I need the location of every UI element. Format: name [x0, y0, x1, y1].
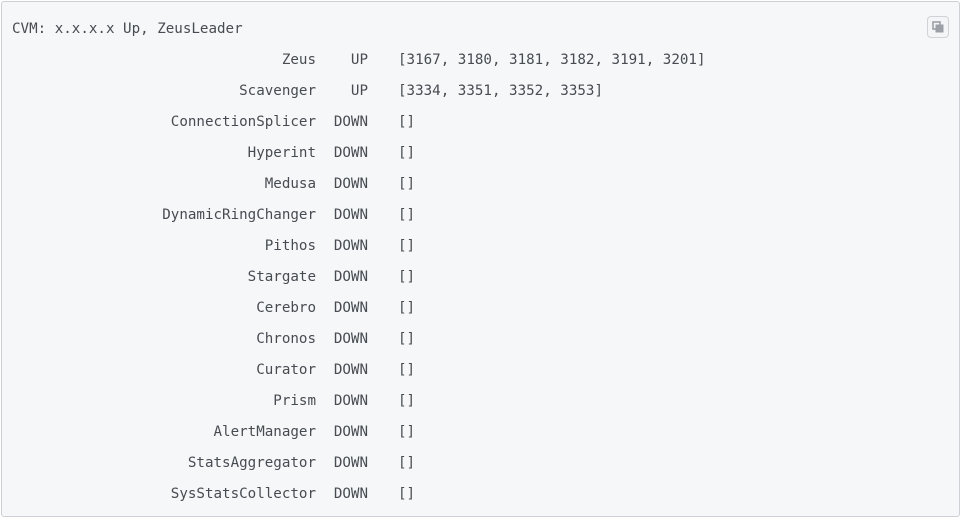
service-row: Zeus UP [3167, 3180, 3181, 3182, 3191, 320… — [2, 51, 959, 82]
service-pids: [] — [398, 393, 416, 409]
service-pids: [] — [398, 331, 416, 347]
service-name: Curator — [256, 362, 316, 378]
service-list: Zeus UP [3167, 3180, 3181, 3182, 3191, 320… — [2, 51, 959, 516]
service-pids: [] — [398, 486, 416, 502]
service-name: Cerebro — [256, 300, 316, 316]
service-name: Prism — [273, 393, 316, 409]
service-name: Zeus — [281, 52, 316, 68]
service-row: Hyperint DOWN [] — [2, 144, 959, 175]
cvm-status-line: CVM: x.x.x.x Up, ZeusLeader — [12, 21, 243, 37]
service-pids: [] — [398, 269, 416, 285]
service-status: UP — [350, 83, 368, 99]
service-status: DOWN — [333, 176, 368, 192]
service-status: DOWN — [333, 424, 368, 440]
service-status: DOWN — [333, 393, 368, 409]
service-name: AlertManager — [213, 424, 317, 440]
service-status: DOWN — [333, 331, 368, 347]
service-row: AlertManager DOWN [] — [2, 423, 959, 454]
copy-icon — [932, 21, 944, 33]
service-row: Prism DOWN [] — [2, 392, 959, 423]
service-row: Chronos DOWN [] — [2, 330, 959, 361]
service-name: Stargate — [247, 269, 316, 285]
service-name: Chronos — [256, 331, 316, 347]
service-pids: [3334, 3351, 3352, 3353] — [398, 83, 603, 99]
service-status: DOWN — [333, 486, 368, 502]
service-status: UP — [350, 52, 368, 68]
service-status: DOWN — [333, 362, 368, 378]
service-pids: [] — [398, 145, 416, 161]
service-status: DOWN — [333, 455, 368, 471]
service-name: Hyperint — [247, 145, 316, 161]
service-name: Pithos — [264, 238, 316, 254]
service-pids: [] — [398, 176, 416, 192]
service-status: DOWN — [333, 300, 368, 316]
service-row: Cerebro DOWN [] — [2, 299, 959, 330]
service-status: DOWN — [333, 207, 368, 223]
service-pids: [] — [398, 424, 416, 440]
service-row: StatsAggregator DOWN [] — [2, 454, 959, 485]
service-pids: [3167, 3180, 3181, 3182, 3191, 3201] — [398, 52, 706, 68]
service-pids: [] — [398, 455, 416, 471]
service-name: DynamicRingChanger — [162, 207, 316, 223]
service-row: Pithos DOWN [] — [2, 237, 959, 268]
service-name: StatsAggregator — [187, 455, 316, 471]
service-name: Scavenger — [239, 83, 316, 99]
service-row: SysStatsCollector DOWN [] — [2, 485, 959, 516]
service-pids: [] — [398, 238, 416, 254]
service-status: DOWN — [333, 114, 368, 130]
service-status: DOWN — [333, 269, 368, 285]
copy-button[interactable] — [927, 16, 949, 38]
service-pids: [] — [398, 207, 416, 223]
service-row: Stargate DOWN [] — [2, 268, 959, 299]
service-pids: [] — [398, 362, 416, 378]
service-name: ConnectionSplicer — [170, 114, 316, 130]
service-row: Medusa DOWN [] — [2, 175, 959, 206]
service-name: Medusa — [264, 176, 316, 192]
service-row: ConnectionSplicer DOWN [] — [2, 113, 959, 144]
service-name: SysStatsCollector — [170, 486, 316, 502]
service-status: DOWN — [333, 238, 368, 254]
service-status: DOWN — [333, 145, 368, 161]
service-pids: [] — [398, 114, 416, 130]
service-row: Curator DOWN [] — [2, 361, 959, 392]
service-row: Scavenger UP [3334, 3351, 3352, 3353] — [2, 82, 959, 113]
service-row: DynamicRingChanger DOWN [] — [2, 206, 959, 237]
service-pids: [] — [398, 300, 416, 316]
code-block: CVM: x.x.x.x Up, ZeusLeader Zeus UP [3167,… — [1, 1, 960, 517]
